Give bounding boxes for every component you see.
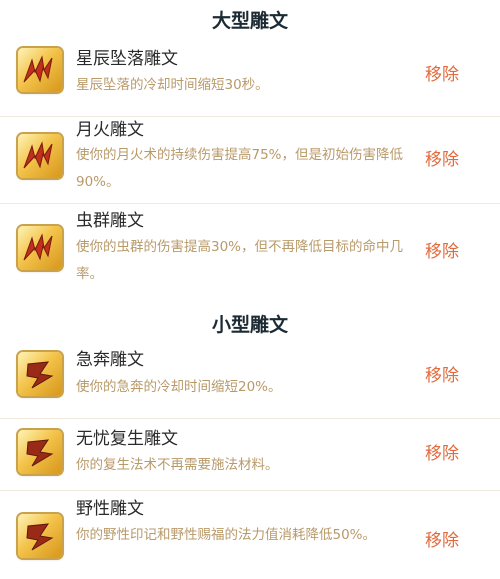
remove-button[interactable]: 移除	[420, 145, 464, 170]
glyph-description: 使你的月火术的持续伤害提高75%，但是初始伤害降低90%。	[76, 147, 404, 190]
major-glyph-icon	[18, 48, 62, 92]
glyph-name: 无忧复生雕文	[76, 429, 178, 449]
glyph-description: 使你的急奔的冷却时间缩短20%。	[76, 379, 282, 395]
remove-button[interactable]: 移除	[420, 60, 464, 85]
minor-glyph-icon	[18, 430, 62, 474]
glyph-row-unburdened-rebirth: 无忧复生雕文 你的复生法术不再需要施法材料。 移除	[0, 418, 500, 490]
glyph-row-wild: 野性雕文 你的野性印记和野性赐福的法力值消耗降低50%。 移除	[0, 490, 500, 579]
remove-button[interactable]: 移除	[420, 526, 464, 551]
glyph-name: 急奔雕文	[76, 350, 144, 370]
remove-button[interactable]: 移除	[420, 439, 464, 464]
minor-glyph-icon	[18, 514, 62, 558]
glyph-row-moonfire: 月火雕文 使你的月火术的持续伤害提高75%，但是初始伤害降低90%。 移除	[0, 112, 500, 202]
glyph-name: 月火雕文	[76, 120, 144, 140]
glyph-name: 星辰坠落雕文	[76, 49, 178, 69]
glyph-description: 你的复生法术不再需要施法材料。	[76, 457, 279, 473]
remove-button[interactable]: 移除	[420, 237, 464, 262]
major-glyph-icon	[18, 134, 62, 178]
minor-glyph-icon	[18, 352, 62, 396]
glyph-row-dash: 急奔雕文 使你的急奔的冷却时间缩短20%。 移除	[0, 340, 500, 418]
glyph-description: 星辰坠落的冷却时间缩短30秒。	[76, 77, 269, 93]
glyph-row-insect-swarm: 虫群雕文 使你的虫群的伤害提高30%，但不再降低目标的命中几率。 移除	[0, 204, 500, 296]
major-glyphs-heading: 大型雕文	[211, 10, 288, 32]
glyph-name: 虫群雕文	[76, 211, 144, 231]
glyph-description: 你的野性印记和野性赐福的法力值消耗降低50%。	[76, 527, 377, 543]
glyph-row-starfall: 星辰坠落雕文 星辰坠落的冷却时间缩短30秒。 移除	[0, 40, 500, 112]
glyph-name: 野性雕文	[76, 499, 144, 519]
glyph-description: 使你的虫群的伤害提高30%，但不再降低目标的命中几率。	[76, 239, 404, 282]
major-glyph-icon	[18, 226, 62, 270]
remove-button[interactable]: 移除	[420, 361, 464, 386]
minor-glyphs-heading: 小型雕文	[211, 314, 288, 336]
